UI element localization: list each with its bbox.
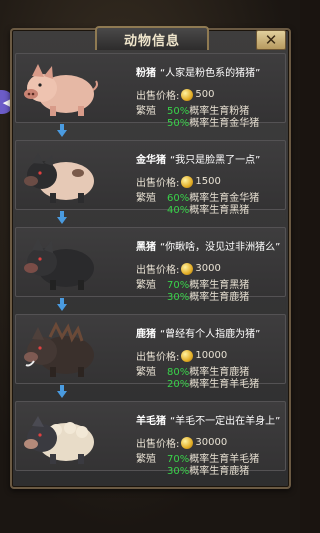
animal-card-wool-pig: 羊毛猪 “羊毛不一定出在羊身上” 出售价格: 30000 繁殖 70%概率生育羊毛猪… [15,401,286,477]
breed-percent: 40% [167,205,190,216]
animal-name-line: 鹿猪 “曾经有个人指鹿为猪” [136,325,260,340]
price-line: 出售价格: 1500 [136,174,221,189]
animal-name: 鹿猪 [136,329,156,340]
wool-pig-icon [24,416,94,464]
deer-pig-icon [24,321,94,377]
gold-coin-icon [181,175,194,188]
close-button[interactable]: ✕ [256,30,286,50]
price-label: 出售价格: [136,91,180,102]
breed-row: 30%概率生育鹿猪 [167,462,249,477]
breed-percent: 30% [167,466,190,477]
jinhua-pig-icon [24,153,94,203]
breed-label: 繁殖 [136,106,156,117]
price-label: 出售价格: [136,178,180,189]
breed-text: 概率生育黑猪 [189,205,250,216]
breed-label: 繁殖 [136,193,156,204]
animal-name-line: 粉猪 “人家是粉色系的猪猪” [136,64,260,79]
breed-row: 30%概率生育鹿猪 [167,288,249,303]
breed-text: 概率生育鹿猪 [189,466,250,477]
breed-text: 概率生育羊毛猪 [189,379,260,390]
price-label: 出售价格: [136,265,180,276]
gold-coin-icon [181,88,194,101]
pink-pig-icon [24,64,98,116]
breed-label: 繁殖 [136,280,156,291]
breed-row: 20%概率生育羊毛猪 [167,375,259,390]
price-line: 出售价格: 3000 [136,261,221,276]
price-value: 30000 [195,437,228,448]
animal-name-line: 羊毛猪 “羊毛不一定出在羊身上” [136,412,280,427]
gold-coin-icon [181,436,194,449]
animal-card-jinhua-pig: 金华猪 “我只是脸黑了一点” 出售价格: 1500 繁殖 60%概率生育金华猪 40… [15,140,286,216]
animal-name: 羊毛猪 [136,416,166,427]
breed-percent: 30% [167,292,190,303]
down-arrow-icon [57,298,67,311]
breed-label: 繁殖 [136,367,156,378]
animal-name-line: 黑猪 “你瞅啥，没见过非洲猪么” [136,238,280,253]
gold-coin-icon [181,262,194,275]
price-value: 10000 [195,350,228,361]
down-arrow-icon [57,385,67,398]
animal-name: 黑猪 [136,242,156,253]
animal-quote: “羊毛不一定出在羊身上” [170,416,281,427]
down-arrow-icon [57,124,67,137]
breed-row: 40%概率生育黑猪 [167,201,249,216]
animal-card-black-pig: 黑猪 “你瞅啥，没见过非洲猪么” 出售价格: 3000 繁殖 70%概率生育黑猪 3… [15,227,286,303]
breed-percent: 50% [167,118,190,129]
price-value: 3000 [195,263,221,274]
breed-row: 50%概率生育金华猪 [167,114,259,129]
price-label: 出售价格: [136,439,180,450]
breed-text: 概率生育金华猪 [189,118,260,129]
gold-coin-icon [181,349,194,362]
animal-quote: “曾经有个人指鹿为猪” [160,329,261,340]
animal-name: 粉猪 [136,68,156,79]
price-label: 出售价格: [136,352,180,363]
animal-name: 金华猪 [136,155,166,166]
animal-quote: “你瞅啥，没见过非洲猪么” [160,242,281,253]
price-line: 出售价格: 30000 [136,435,227,450]
breed-label: 繁殖 [136,454,156,465]
animal-quote: “人家是粉色系的猪猪” [160,68,261,79]
price-line: 出售价格: 10000 [136,348,227,363]
breed-percent: 20% [167,379,190,390]
down-arrow-icon [57,211,67,224]
animal-name-line: 金华猪 “我只是脸黑了一点” [136,151,260,166]
price-value: 1500 [195,176,221,187]
breed-text: 概率生育鹿猪 [189,292,250,303]
panel-title: 动物信息 [95,26,209,50]
animal-card-deer-pig: 鹿猪 “曾经有个人指鹿为猪” 出售价格: 10000 繁殖 80%概率生育鹿猪 20… [15,314,286,390]
price-line: 出售价格: 500 [136,87,214,102]
animal-card-pink-pig: 粉猪 “人家是粉色系的猪猪” 出售价格: 500 繁殖 50%概率生育粉猪 50%概… [15,53,286,129]
animal-quote: “我只是脸黑了一点” [170,155,261,166]
black-pig-icon [24,238,94,290]
price-value: 500 [195,89,215,100]
